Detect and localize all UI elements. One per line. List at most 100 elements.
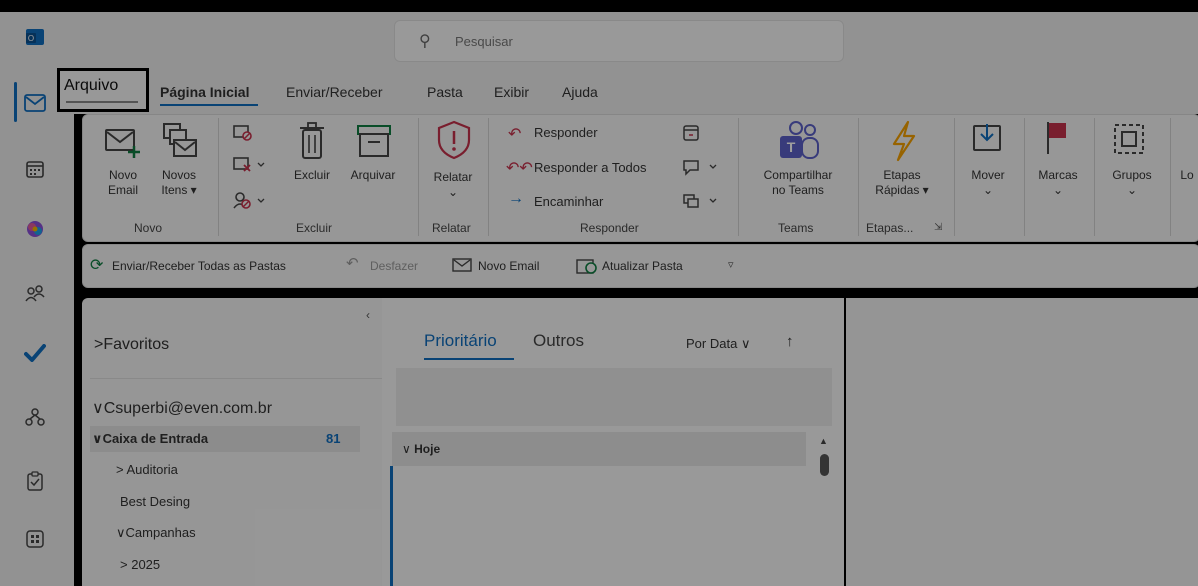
reply-button[interactable]: Responder — [534, 125, 598, 140]
reply-all-button[interactable]: Responder a Todos — [534, 160, 647, 175]
inbox-unread-count: 81 — [326, 431, 341, 446]
new-email-button[interactable]: Novo Email — [101, 168, 145, 198]
calendar-icon[interactable] — [24, 158, 46, 180]
forward-icon: → — [508, 190, 524, 207]
tags-button[interactable]: Marcas ⌄ — [1030, 168, 1086, 198]
move-button[interactable]: Mover ⌄ — [962, 168, 1014, 198]
share-teams-button[interactable]: Compartilhar no Teams — [748, 168, 848, 198]
search-icon: ⚲ — [419, 33, 431, 50]
ribbon-separator — [218, 118, 219, 236]
groups-button[interactable]: Grupos ⌄ — [1102, 168, 1162, 198]
move-label: Mover — [971, 168, 1005, 182]
sort-direction-icon[interactable]: ↑ — [786, 333, 794, 350]
cleanup-icon[interactable] — [232, 156, 266, 177]
folder-campanhas[interactable]: ∨Campanhas — [116, 525, 196, 541]
ribbon-separator — [954, 118, 955, 236]
group-today[interactable]: ∨ Hoje — [402, 442, 440, 456]
people-icon[interactable] — [24, 282, 46, 304]
tab-pagina-inicial[interactable]: Página Inicial — [160, 84, 249, 100]
selection-indicator — [390, 466, 393, 586]
report-button[interactable]: Relatar ⌄ — [424, 170, 482, 200]
chevron-down-icon: ∨ — [402, 442, 411, 456]
report-label: Relatar — [433, 170, 473, 184]
tab-pasta[interactable]: Pasta — [427, 84, 463, 100]
account-folder[interactable]: ∨Csuperbi@even.com.br — [92, 398, 272, 418]
archive-icon — [356, 124, 392, 163]
ignore-icon[interactable] — [232, 124, 254, 145]
chevron-down-icon: ∨ — [740, 336, 751, 351]
tab-ajuda[interactable]: Ajuda — [562, 84, 598, 100]
group-label-relatar: Relatar — [432, 221, 471, 235]
search-box[interactable]: ⚲ Pesquisar — [394, 20, 844, 62]
archive-button[interactable]: Arquivar — [340, 168, 406, 183]
forward-button[interactable]: Encaminhar — [534, 194, 603, 209]
tab-exibir[interactable]: Exibir — [494, 84, 529, 100]
meeting-reply-icon[interactable] — [682, 124, 700, 145]
collapse-pane-icon[interactable]: ‹ — [366, 308, 370, 322]
chevron-right-icon: > — [116, 462, 127, 477]
folder-best-desing[interactable]: Best Desing — [120, 494, 190, 509]
org-explorer-icon[interactable] — [24, 406, 46, 428]
new-items-button[interactable]: Novos Itens ▾ — [154, 168, 204, 198]
ribbon-separator — [858, 118, 859, 236]
folder-auditoria[interactable]: > Auditoria — [116, 462, 178, 477]
account-label: Csuperbi@even.com.br — [103, 400, 273, 417]
inbox-folder[interactable]: ∨Caixa de Entrada — [92, 431, 208, 447]
group-today-label: Hoje — [414, 442, 441, 456]
tab-arquivo[interactable]: Arquivo — [64, 77, 118, 95]
pane-divider — [90, 378, 382, 379]
clipboard-check-icon[interactable] — [24, 470, 46, 492]
favorites-folder[interactable]: >Favoritos — [94, 336, 169, 354]
group-label-etapas: Etapas... — [866, 221, 914, 235]
refresh-folder-button[interactable]: Atualizar Pasta — [602, 259, 683, 273]
send-receive-all-button[interactable]: Enviar/Receber Todas as Pastas — [112, 259, 286, 273]
folder-2025-label: 2025 — [131, 557, 161, 572]
scroll-up-icon[interactable]: ▲ — [819, 436, 828, 446]
folder-auditoria-label: Auditoria — [126, 462, 178, 477]
apps-grid-icon[interactable] — [24, 528, 46, 550]
tab-prioritario[interactable]: Prioritário — [424, 331, 497, 351]
undo-button[interactable]: Desfazer — [370, 259, 418, 273]
scrollbar-thumb[interactable] — [820, 454, 829, 476]
customize-toolbar-icon[interactable]: ▿ — [728, 258, 734, 271]
junk-icon[interactable] — [232, 190, 266, 213]
dialog-launcher-icon[interactable]: ⇲ — [934, 222, 942, 233]
flag-icon — [1044, 120, 1070, 159]
favorites-label: Favoritos — [103, 336, 170, 353]
group-header-today[interactable] — [392, 432, 806, 466]
delete-button[interactable]: Excluir — [284, 168, 340, 183]
reading-pane — [846, 298, 1198, 586]
tags-label: Marcas — [1038, 168, 1078, 182]
groups-icon — [1112, 122, 1146, 159]
im-reply-icon[interactable] — [682, 158, 722, 179]
folder-2025[interactable]: > 2025 — [120, 557, 160, 572]
move-icon — [972, 122, 1002, 159]
ribbon-separator — [418, 118, 419, 236]
undo-icon: ↶ — [346, 255, 359, 272]
share-teams-label-1: Compartilhar — [763, 168, 833, 182]
sort-label: Por Data — [686, 336, 738, 351]
new-items-icon — [160, 122, 200, 165]
group-label-novo: Novo — [134, 221, 163, 235]
sort-by-date-dropdown[interactable]: Por Data ∨ — [686, 336, 750, 352]
quick-steps-button[interactable]: Etapas Rápidas ▾ — [862, 168, 942, 198]
mail-icon[interactable] — [24, 92, 46, 114]
chevron-down-icon: ⌄ — [1126, 183, 1138, 197]
new-items-label-2: Itens ▾ — [161, 183, 197, 197]
svg-text:O: O — [28, 34, 34, 43]
quick-steps-label-1: Etapas — [883, 168, 921, 182]
svg-text:T: T — [787, 139, 796, 155]
outlook-logo-icon: O — [24, 26, 46, 48]
tab-outros[interactable]: Outros — [533, 331, 584, 351]
new-items-label-1: Novos — [161, 168, 196, 182]
reply-icon: ↶ — [508, 126, 522, 143]
share-teams-label-2: no Teams — [772, 183, 824, 197]
copilot-icon[interactable] — [24, 218, 46, 240]
tab-enviar-receber[interactable]: Enviar/Receber — [286, 84, 383, 100]
more-responses-icon[interactable] — [682, 192, 722, 213]
todo-check-icon[interactable] — [24, 342, 46, 364]
focused-tab-underline — [424, 358, 514, 360]
ribbon-overflow-label[interactable]: Lo — [1176, 168, 1198, 183]
message-placeholder-area — [396, 368, 832, 426]
quick-new-email-button[interactable]: Novo Email — [478, 259, 539, 273]
